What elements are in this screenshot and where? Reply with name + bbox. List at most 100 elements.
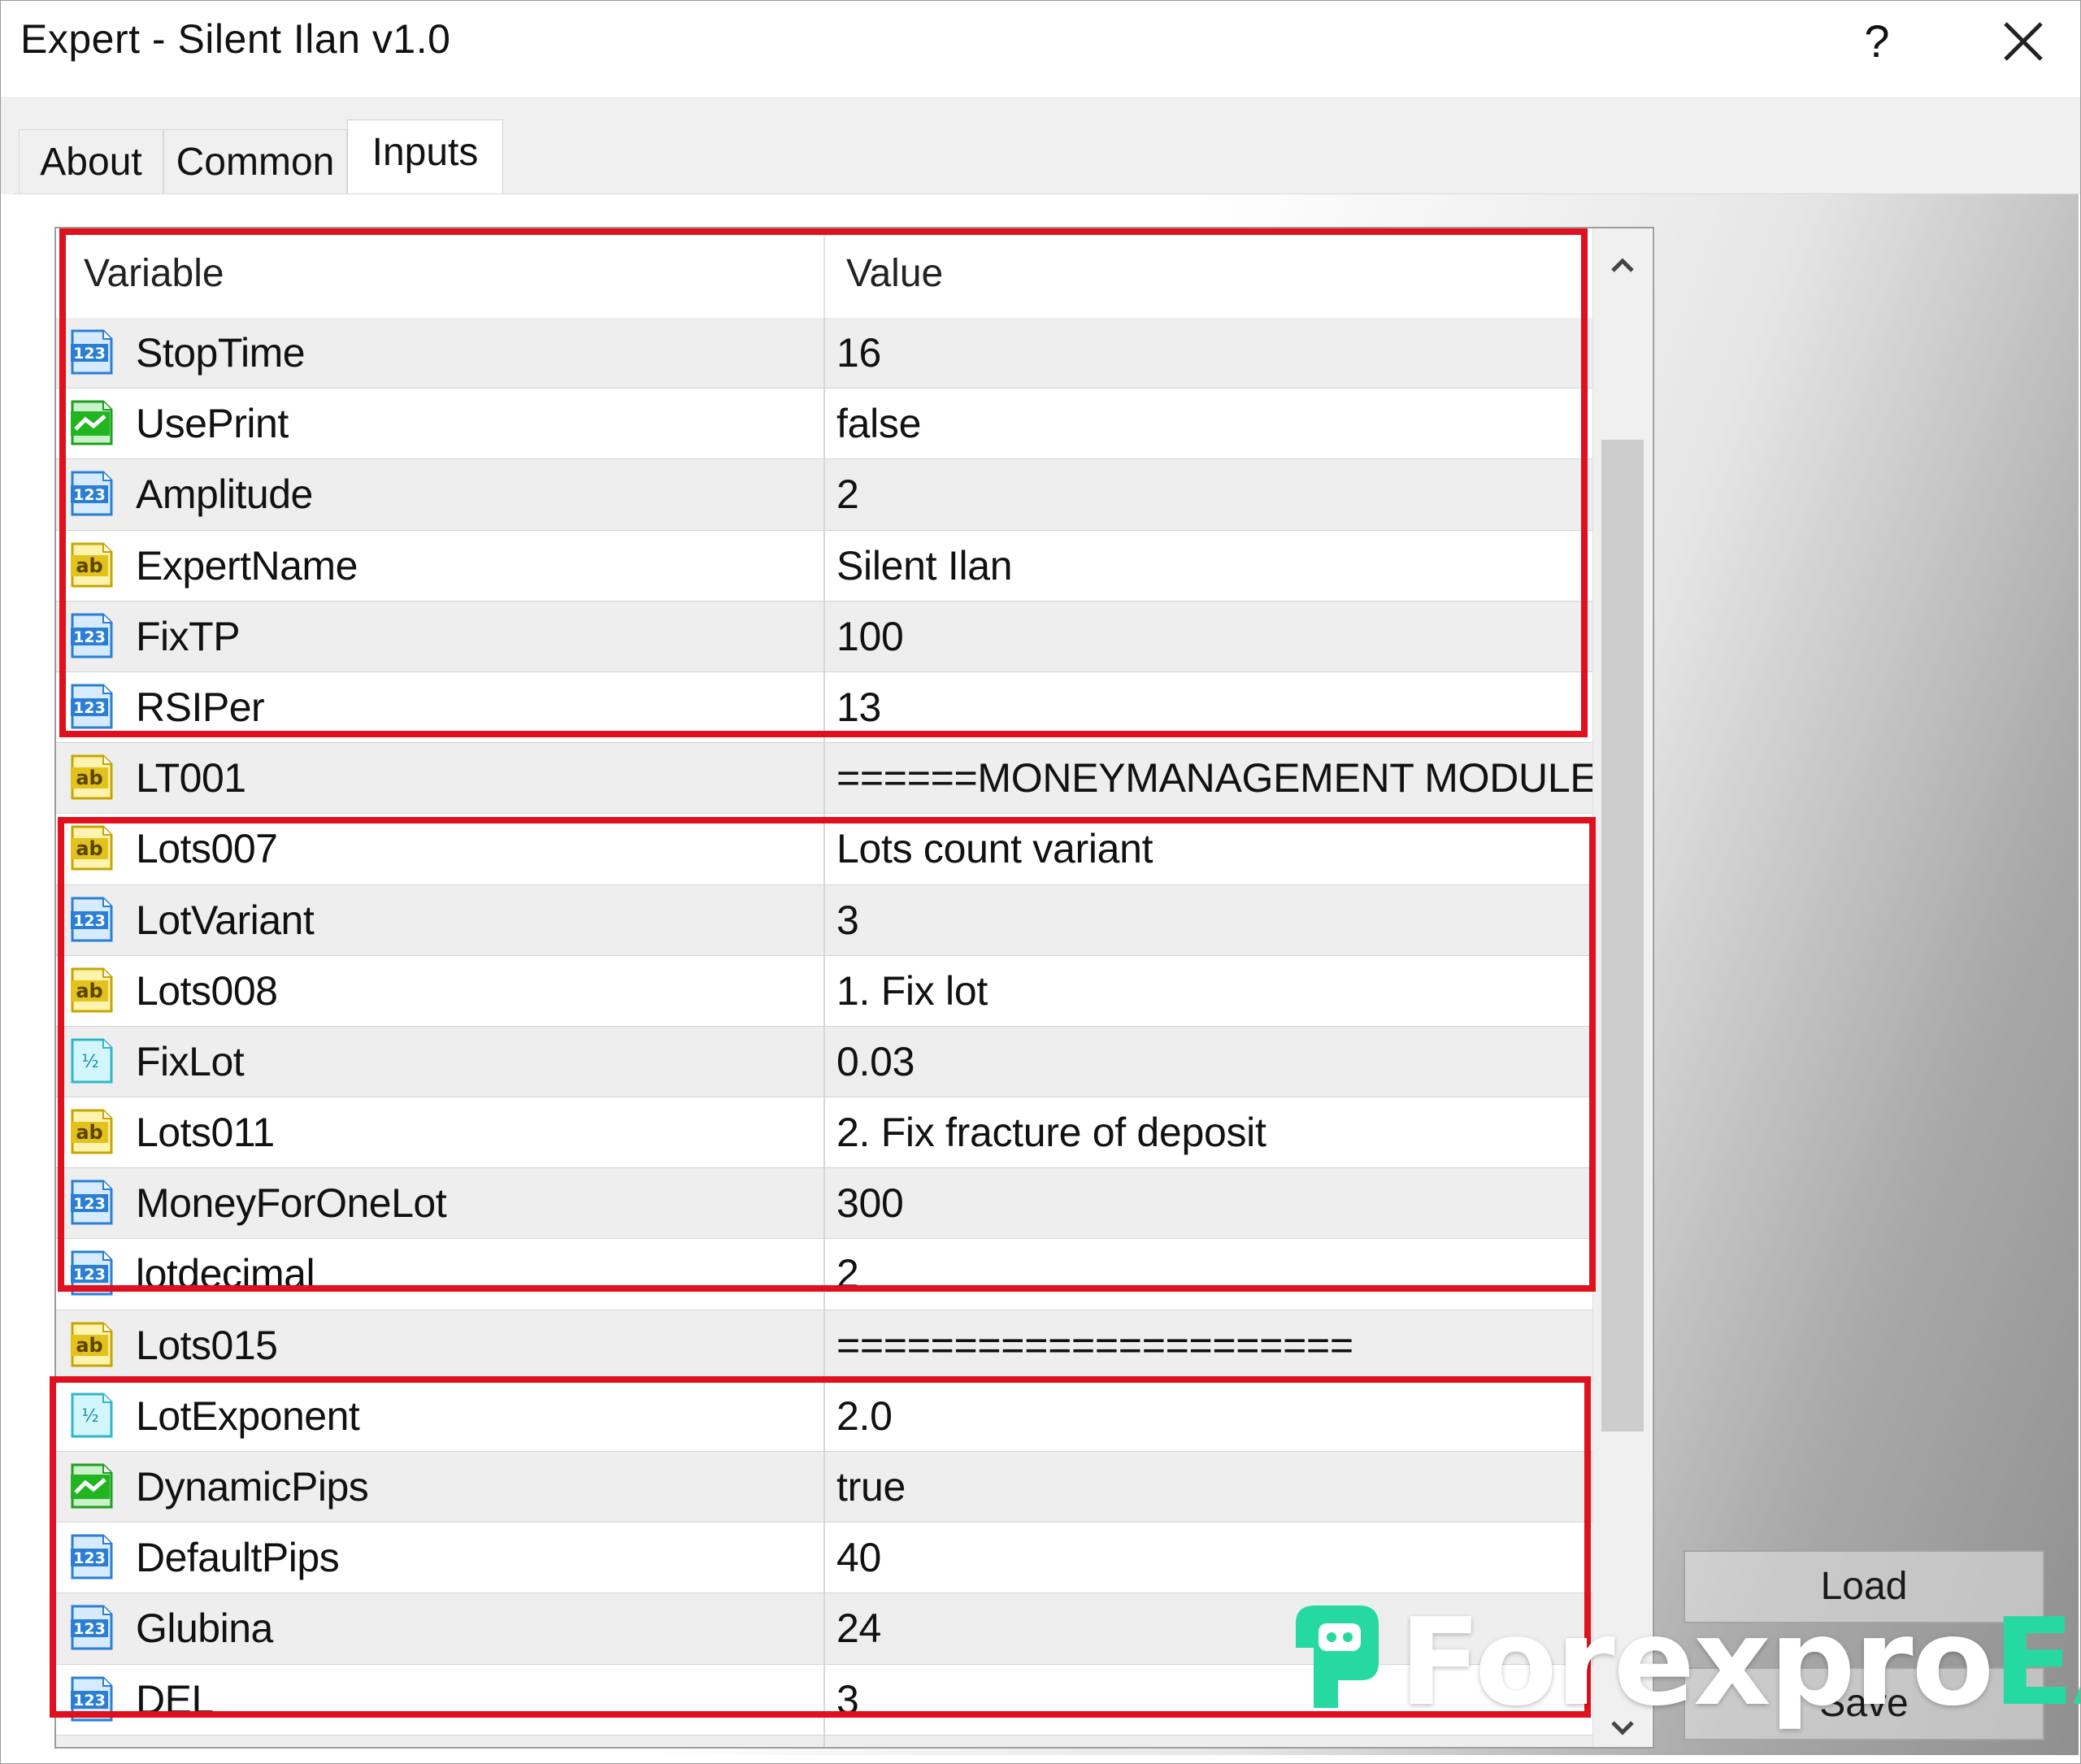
table-row[interactable]: ½ LotExponent 2.0 (56, 1380, 1592, 1452)
tab-common[interactable]: Common (163, 129, 347, 195)
column-divider (823, 1380, 825, 1451)
column-divider (823, 1735, 825, 1747)
table-row[interactable]: ab Lots007 Lots count variant (56, 814, 1592, 885)
tab-about[interactable]: About (19, 129, 163, 195)
string-icon: ab (67, 1106, 116, 1158)
table-row[interactable]: ab Lots008 1. Fix lot (56, 955, 1592, 1027)
variable-name: ExpertName (136, 542, 358, 589)
table-row[interactable]: 123 LotVariant 3 (56, 884, 1592, 956)
variable-value[interactable]: 0.03 (836, 1038, 915, 1085)
integer-icon: 123 (67, 467, 116, 519)
inputs-grid: Variable Value 123 StopTime 16 UsePrint fals… (54, 227, 1654, 1749)
variable-value[interactable]: 300 (836, 1180, 904, 1227)
grid-header: Variable Value (56, 228, 1592, 318)
column-divider (823, 530, 825, 601)
variable-name: Lots008 (136, 967, 278, 1014)
table-row[interactable]: 123 MoneyForOneLot 300 (56, 1168, 1592, 1240)
variable-value[interactable]: 2 (836, 471, 859, 518)
table-row[interactable]: 123 FixTP 100 (56, 601, 1592, 672)
string-icon: ab (67, 539, 116, 591)
svg-text:123: 123 (73, 1620, 106, 1638)
table-row[interactable]: 123 DefaultPips 40 (56, 1523, 1592, 1594)
integer-icon: 123 (67, 1247, 116, 1299)
column-divider (823, 814, 825, 884)
double-icon: ½ (67, 1035, 116, 1087)
svg-text:ab: ab (76, 837, 102, 860)
svg-text:123: 123 (73, 345, 106, 363)
table-row[interactable]: ab Lots015 ====================== (56, 1310, 1592, 1381)
table-row[interactable]: DynamicPips true (56, 1452, 1592, 1523)
variable-value[interactable]: 13 (836, 684, 881, 731)
variable-value[interactable]: 24 (836, 1605, 881, 1652)
string-icon: ab (67, 1319, 116, 1371)
table-row[interactable]: 123 StopTime 16 (56, 318, 1592, 389)
column-divider (823, 459, 825, 530)
string-icon: ab (67, 822, 116, 874)
integer-icon: 123 (67, 1531, 116, 1583)
variable-value[interactable]: true (836, 1463, 906, 1510)
variable-value[interactable]: 1. Fix lot (836, 967, 988, 1015)
svg-text:ab: ab (76, 1121, 102, 1144)
bool-icon (67, 1460, 116, 1512)
svg-text:ab: ab (76, 1334, 102, 1357)
forexpro-logo-icon (1281, 1599, 1387, 1713)
variable-name: DEL (136, 1676, 214, 1723)
column-header-variable[interactable]: Variable (84, 251, 224, 296)
variable-value[interactable]: 16 (836, 329, 881, 376)
column-divider (823, 1026, 825, 1097)
table-row[interactable]: ab Lots011 2. Fix fracture of deposit (56, 1097, 1592, 1169)
variable-value[interactable]: false (836, 400, 921, 447)
svg-text:ab: ab (76, 980, 102, 1002)
integer-icon: 123 (67, 1673, 116, 1725)
variable-value[interactable]: Silent Ilan (836, 542, 1013, 589)
variable-name: lotdecimal (136, 1251, 315, 1297)
svg-text:123: 123 (73, 1692, 106, 1710)
help-button[interactable]: ? (1846, 9, 1908, 74)
table-row-partial[interactable] (56, 1735, 1592, 1747)
string-icon: ab (67, 964, 116, 1016)
table-row[interactable]: UsePrint false (56, 389, 1592, 460)
table-row[interactable]: ab ExpertName Silent Ilan (56, 530, 1592, 602)
table-row[interactable]: ab LT001 ======MONEYMANAGEMENT MODULE... (56, 743, 1592, 815)
variable-value[interactable]: 2 (836, 1250, 859, 1297)
variable-name: FixTP (136, 613, 241, 659)
table-row[interactable]: 123 RSIPer 13 (56, 671, 1592, 744)
table-row[interactable]: 123 lotdecimal 2 (56, 1239, 1592, 1310)
variable-value[interactable]: 3 (836, 1676, 859, 1723)
column-divider (823, 1239, 825, 1310)
scroll-thumb[interactable] (1601, 440, 1644, 1432)
variable-value[interactable]: ====================== (836, 1322, 1353, 1369)
svg-text:123: 123 (73, 628, 106, 646)
variable-value[interactable]: 2. Fix fracture of deposit (836, 1109, 1266, 1156)
variable-name: StopTime (136, 330, 306, 376)
column-divider (823, 1664, 825, 1735)
column-divider[interactable] (823, 228, 825, 318)
table-row[interactable]: ½ FixLot 0.03 (56, 1026, 1592, 1098)
column-header-value[interactable]: Value (846, 251, 943, 296)
window-title: Expert - Silent Ilan v1.0 (20, 16, 451, 62)
variable-value[interactable]: 2.0 (836, 1393, 893, 1440)
variable-value[interactable]: Lots count variant (836, 825, 1153, 872)
variable-name: LotVariant (136, 897, 315, 943)
variable-name: LotExponent (136, 1393, 360, 1439)
title-bar: Expert - Silent Ilan v1.0 ? (1, 1, 2080, 97)
variable-name: DefaultPips (136, 1535, 340, 1581)
string-icon: ab (67, 751, 116, 803)
variable-value[interactable]: 3 (836, 897, 859, 944)
variable-value[interactable]: 100 (836, 613, 904, 660)
grid-rows: 123 StopTime 16 UsePrint false 123 Amplitude 2 a… (56, 318, 1592, 1747)
table-row[interactable]: 123 Amplitude 2 (56, 459, 1592, 531)
variable-value[interactable]: ======MONEYMANAGEMENT MODULE... (836, 754, 1592, 802)
double-icon: ½ (67, 1389, 116, 1441)
variable-name: DynamicPips (136, 1464, 369, 1510)
column-divider (823, 743, 825, 814)
integer-icon: 123 (67, 326, 116, 378)
vertical-scrollbar[interactable] (1592, 228, 1652, 1747)
variable-value[interactable]: 40 (836, 1534, 881, 1581)
close-icon[interactable] (1991, 9, 2056, 74)
variable-name: Glubina (136, 1605, 273, 1652)
column-divider (823, 601, 825, 671)
column-divider (823, 1452, 825, 1523)
scroll-up-icon[interactable] (1593, 245, 1652, 285)
tab-inputs[interactable]: Inputs (347, 119, 503, 196)
